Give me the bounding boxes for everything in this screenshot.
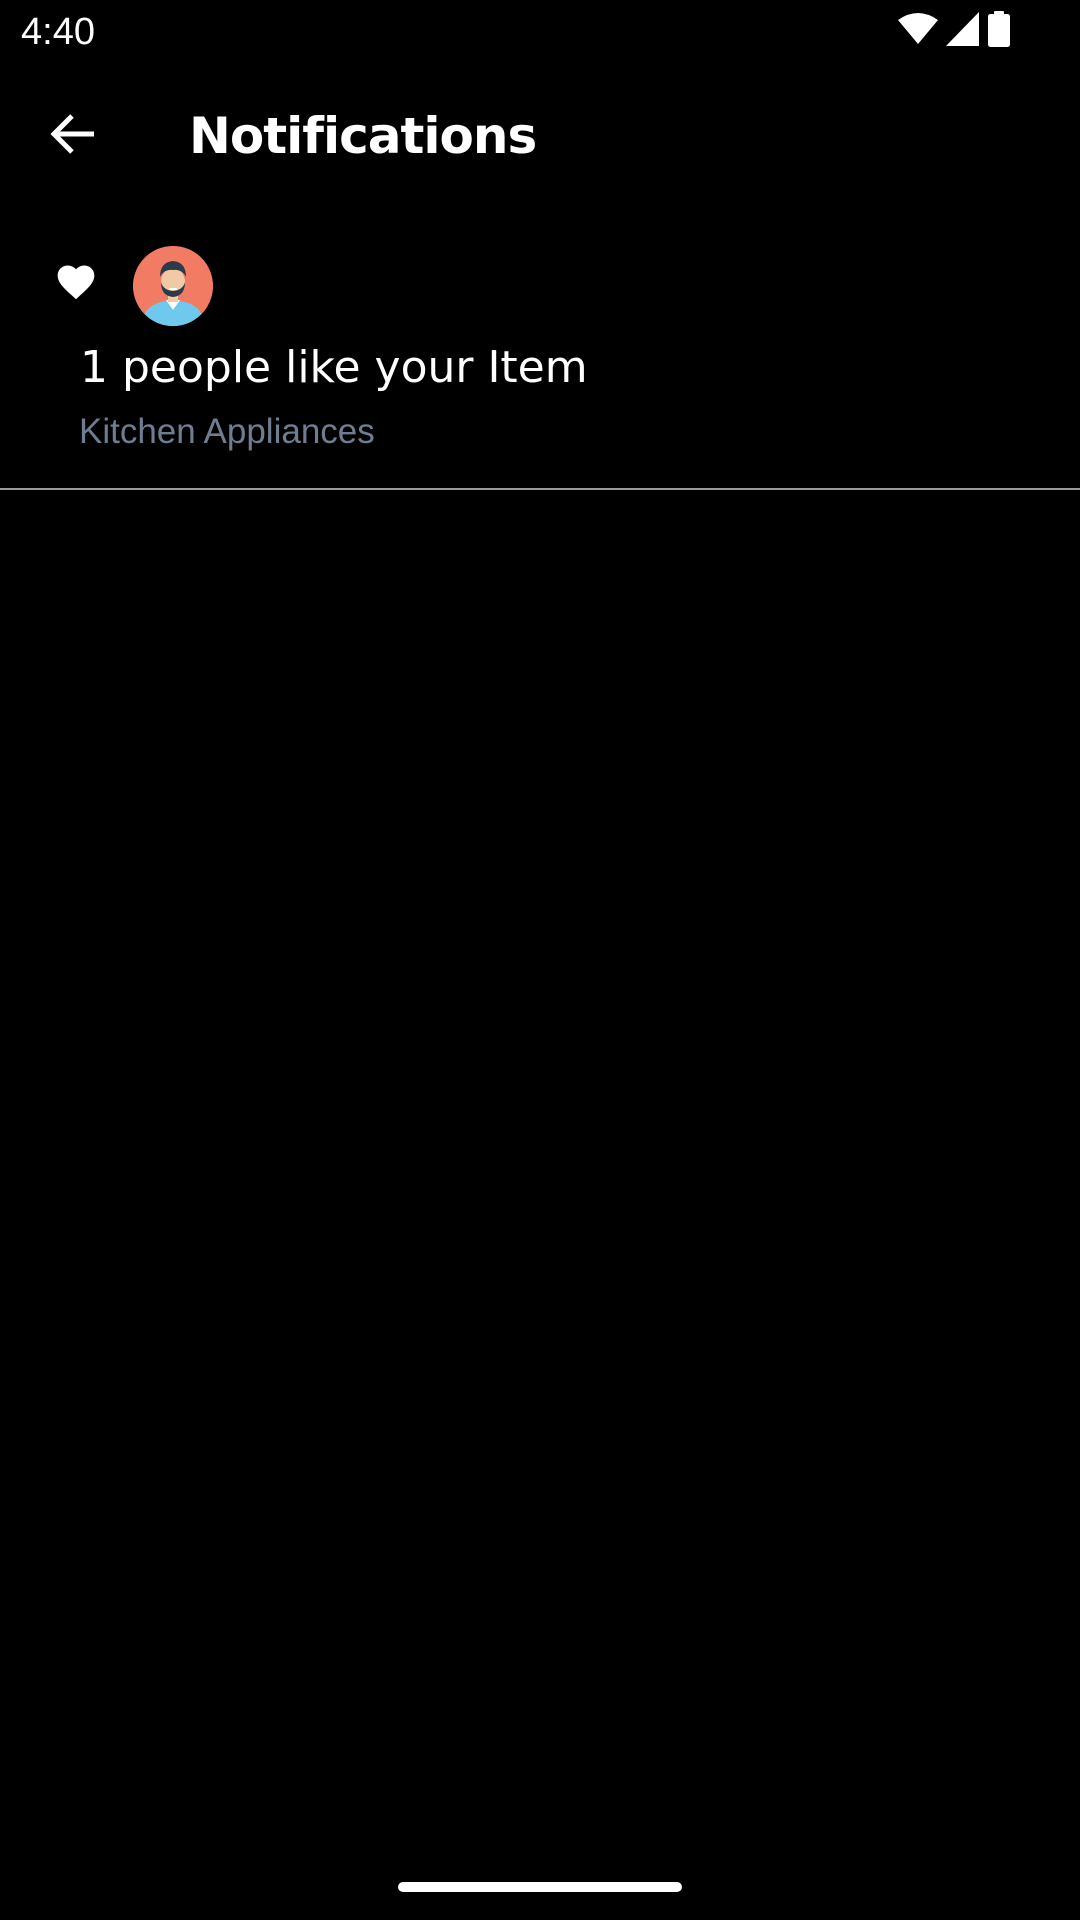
app-bar: Notifications	[0, 64, 1080, 208]
status-time: 4:40	[21, 11, 95, 53]
notification-title: 1 people like your Item	[80, 342, 588, 393]
status-icons	[898, 10, 1010, 52]
battery-icon	[988, 10, 1010, 52]
status-bar: 4:40	[0, 0, 1080, 64]
divider	[0, 488, 1080, 490]
home-indicator[interactable]	[398, 1882, 682, 1892]
notification-subtitle: Kitchen Appliances	[79, 412, 375, 451]
cellular-signal-icon	[946, 11, 980, 51]
notification-item[interactable]: 1 people like your Item Kitchen Applianc…	[0, 230, 1080, 489]
notifications-screen: 4:40 Notifications 1 people like your It…	[0, 0, 1080, 1920]
avatar	[133, 246, 213, 326]
back-button[interactable]	[32, 104, 116, 168]
heart-icon	[54, 260, 98, 304]
arrow-left-icon	[50, 112, 98, 161]
wifi-icon	[898, 12, 938, 50]
page-title: Notifications	[189, 107, 537, 165]
